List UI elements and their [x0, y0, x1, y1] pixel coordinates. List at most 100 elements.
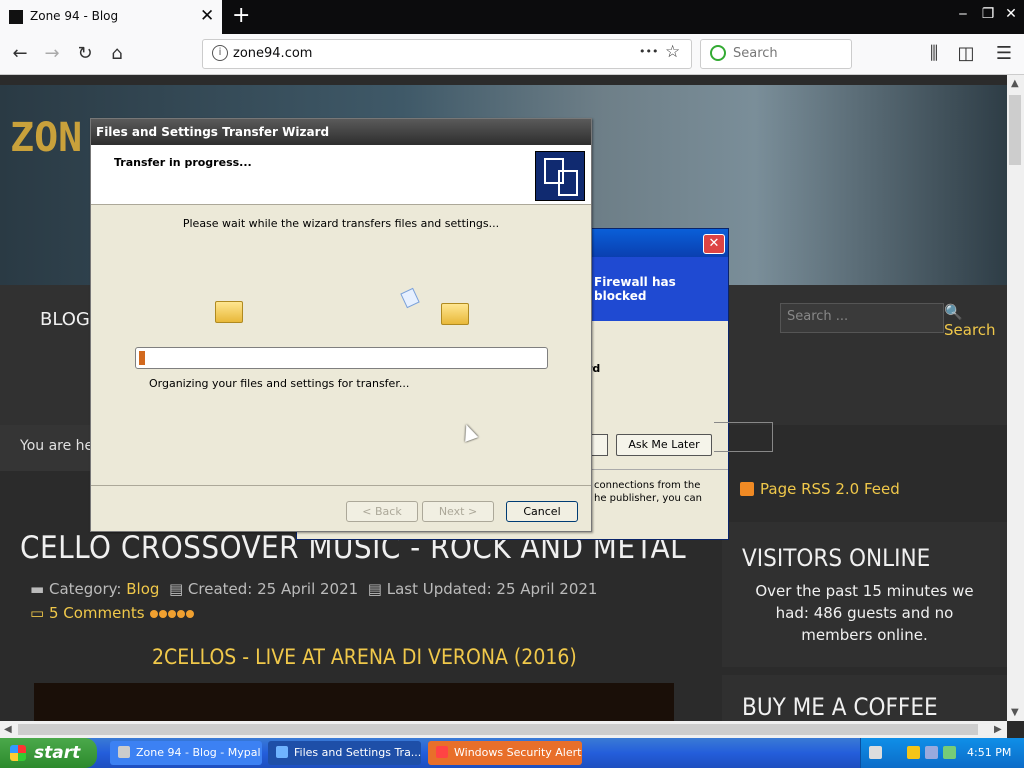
browser-search-placeholder: Search: [733, 46, 778, 61]
taskbar-item-label: Windows Security Alert: [454, 746, 582, 759]
taskbar-item-label: Files and Settings Tra...: [294, 746, 421, 759]
keyboard-icon[interactable]: [869, 746, 882, 759]
bookmark-star-icon[interactable]: ☆: [665, 42, 680, 62]
address-bar[interactable]: i zone94.com ••• ☆: [202, 39, 692, 69]
cancel-button[interactable]: Cancel: [506, 501, 578, 522]
taskbar-item-label: Zone 94 - Blog - Mypal: [136, 746, 261, 759]
wizard-header: [91, 145, 591, 205]
wizard-icon: [276, 746, 288, 758]
transfer-wizard-dialog: Files and Settings Transfer Wizard Trans…: [90, 118, 592, 532]
divider: [91, 485, 591, 486]
home-icon[interactable]: ⌂: [105, 42, 129, 66]
transfer-wizard-icon: [535, 151, 585, 201]
volume-icon[interactable]: [943, 746, 956, 759]
category-label: Category:: [48, 580, 122, 598]
comments-link[interactable]: ▭ 5 Comments: [30, 604, 145, 622]
updated-calendar-icon: ▤: [367, 580, 382, 598]
sidebar-toggle-icon[interactable]: ◫: [954, 42, 978, 66]
wizard-title: Files and Settings Transfer Wizard: [96, 125, 330, 139]
browser-icon: [118, 746, 130, 758]
video-title: 2CELLOS - LIVE AT ARENA DI VERONA (2016): [152, 645, 577, 669]
close-window-icon[interactable]: ✕: [1000, 6, 1022, 22]
system-tray: 4:51 PM: [860, 738, 1024, 768]
scroll-left-icon[interactable]: ◀: [4, 724, 12, 735]
taskbar-item-mypal[interactable]: Zone 94 - Blog - Mypal: [110, 741, 262, 765]
horizontal-scrollbar[interactable]: ◀ ▶: [0, 721, 1007, 738]
wizard-header-text: Transfer in progress...: [114, 156, 252, 169]
dialog-frame-outline: [714, 422, 773, 452]
search-icon: [710, 45, 726, 61]
browser-nav-bar: ← → ↻ ⌂ i zone94.com ••• ☆ Search ⫼ ◫ ☰: [0, 34, 1024, 75]
scroll-up-icon[interactable]: ▲: [1011, 78, 1019, 89]
start-label: start: [34, 743, 81, 763]
category-link[interactable]: Blog: [126, 580, 159, 598]
reload-icon[interactable]: ↻: [73, 42, 97, 66]
browser-search-input[interactable]: Search: [700, 39, 852, 69]
security-alert-button[interactable]: [590, 434, 608, 456]
security-alert-close-icon[interactable]: ✕: [703, 234, 725, 254]
buy-me-a-coffee-widget: BUY ME A COFFEE: [722, 675, 1007, 721]
page-actions-icon[interactable]: •••: [639, 45, 658, 58]
new-tab-icon[interactable]: +: [232, 3, 250, 28]
breadcrumb-text: You are he: [20, 438, 94, 454]
scroll-right-icon[interactable]: ▶: [994, 724, 1002, 735]
start-button[interactable]: start: [0, 738, 97, 768]
menu-item-blog[interactable]: BLOG: [40, 309, 90, 330]
magnifier-icon: 🔍: [944, 303, 963, 321]
menu-icon[interactable]: ☰: [992, 42, 1016, 66]
security-center-icon[interactable]: [907, 746, 920, 759]
security-shield-icon: [436, 746, 448, 758]
rss-icon: [740, 482, 754, 496]
browser-tab[interactable]: Zone 94 - Blog ✕: [0, 0, 222, 34]
video-player[interactable]: [34, 683, 674, 721]
security-alert-banner-text: Firewall has blocked: [594, 275, 676, 303]
site-info-icon[interactable]: i: [212, 45, 228, 61]
url-text: zone94.com: [233, 46, 313, 61]
rating-stars[interactable]: [150, 607, 195, 619]
site-search-placeholder: Search ...: [787, 309, 849, 324]
wizard-status-text: Organizing your files and settings for t…: [149, 377, 410, 390]
scroll-down-icon[interactable]: ▼: [1011, 707, 1019, 718]
calendar-icon: ▤: [168, 580, 184, 598]
visitors-heading: VISITORS ONLINE: [742, 544, 931, 572]
destination-folder-icon: [441, 303, 469, 325]
rss-label: Page RSS 2.0 Feed: [760, 480, 900, 498]
progress-fill: [139, 351, 145, 365]
flying-document-icon: [400, 287, 420, 309]
library-icon[interactable]: ⫼: [922, 42, 946, 66]
tab-title: Zone 94 - Blog: [30, 9, 119, 23]
site-logo[interactable]: ZON: [10, 115, 82, 161]
coffee-heading: BUY ME A COFFEE: [742, 693, 938, 721]
taskbar-item-security-alert[interactable]: Windows Security Alert: [428, 741, 582, 765]
article-meta: ▬ Category: Blog ▤ Created: 25 April 202…: [30, 580, 597, 598]
site-search-button[interactable]: 🔍Search: [944, 303, 1007, 339]
vertical-scrollbar[interactable]: ▲ ▼: [1007, 75, 1024, 721]
back-button[interactable]: < Back: [346, 501, 418, 522]
close-tab-icon[interactable]: ✕: [200, 6, 214, 26]
clock: 4:51 PM: [967, 746, 1012, 759]
forward-icon[interactable]: →: [40, 42, 64, 66]
site-search-input[interactable]: Search ...: [780, 303, 944, 333]
site-favicon-icon: [9, 10, 23, 24]
horizontal-scroll-thumb[interactable]: [18, 724, 978, 735]
restore-icon[interactable]: ❐: [977, 6, 999, 22]
transfer-progress-bar: [135, 347, 548, 369]
windows-logo-icon: [10, 745, 26, 761]
rss-feed-link[interactable]: Page RSS 2.0 Feed: [740, 480, 900, 498]
security-alert-info-line2: he publisher, you can: [594, 493, 702, 504]
security-alert-info: connections from the he publisher, you c…: [594, 479, 702, 505]
vertical-scroll-thumb[interactable]: [1009, 95, 1021, 165]
next-button[interactable]: Next >: [422, 501, 494, 522]
site-search-button-label: Search: [944, 321, 996, 339]
network-icon[interactable]: [925, 746, 938, 759]
comment-icon: ▭: [30, 604, 45, 622]
security-alert-info-line1: connections from the: [594, 480, 701, 491]
comments-label: 5 Comments: [48, 604, 145, 622]
ask-me-later-button[interactable]: Ask Me Later: [616, 434, 712, 456]
minimize-icon[interactable]: ‒: [952, 6, 974, 22]
taskbar-item-transfer-wizard[interactable]: Files and Settings Tra...: [268, 741, 421, 765]
back-icon[interactable]: ←: [8, 42, 32, 66]
wizard-message: Please wait while the wizard transfers f…: [182, 217, 500, 230]
folder-icon: ▬: [30, 580, 45, 598]
source-folder-icon: [215, 301, 243, 323]
